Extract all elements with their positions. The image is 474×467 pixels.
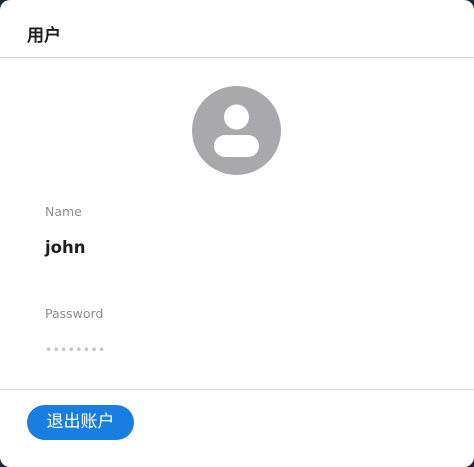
name-value: john	[45, 238, 86, 257]
password-value: ••••••••	[45, 343, 106, 357]
user-icon	[214, 104, 259, 157]
dialog-header: 用户	[0, 0, 474, 58]
avatar	[192, 86, 281, 175]
name-label: Name	[45, 204, 82, 219]
logout-button[interactable]: 退出账户	[27, 405, 134, 440]
dialog-title: 用户	[27, 26, 61, 46]
dialog-footer: 退出账户	[0, 389, 474, 467]
user-dialog: 用户 Name john Password •••••••• 退出账户	[0, 0, 474, 467]
password-label: Password	[45, 306, 104, 321]
